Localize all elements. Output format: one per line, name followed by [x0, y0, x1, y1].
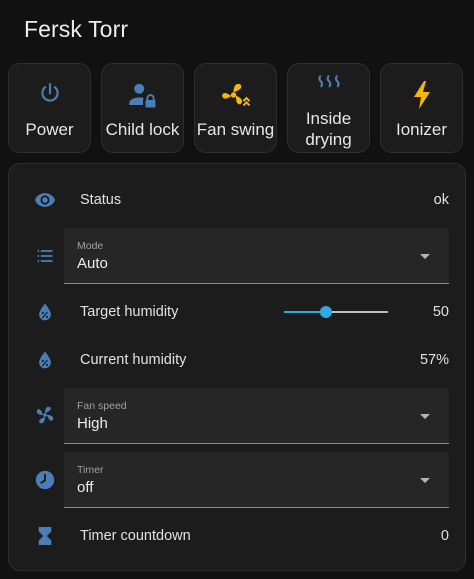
eye-icon	[34, 189, 56, 211]
water-percent-icon	[34, 349, 56, 371]
heat-waves-icon	[317, 74, 340, 88]
inside-drying-label: Inside drying	[288, 108, 369, 150]
status-label: Status	[80, 192, 122, 208]
inside-drying-label-line2: drying	[305, 130, 352, 149]
fan-speed-select[interactable]: Fan speed High	[64, 388, 449, 444]
fan-swing-button[interactable]: Fan swing	[194, 63, 277, 153]
target-humidity-value: 50	[432, 304, 449, 320]
timer-countdown-label: Timer countdown	[80, 528, 191, 544]
hourglass-icon	[34, 525, 56, 547]
clock-icon	[34, 469, 56, 491]
fan-speed-select-value: High	[77, 415, 108, 432]
power-button[interactable]: Power	[8, 63, 91, 153]
ionizer-button[interactable]: Ionizer	[380, 63, 463, 153]
target-humidity-label: Target humidity	[80, 304, 179, 320]
timer-select[interactable]: Timer off	[64, 452, 449, 508]
status-value: ok	[433, 192, 449, 208]
water-percent-icon	[34, 301, 56, 323]
current-humidity-value: 57%	[419, 352, 449, 368]
timer-countdown-value: 0	[440, 528, 449, 544]
chevron-down-icon	[420, 478, 430, 483]
mode-select[interactable]: Mode Auto	[64, 228, 449, 284]
current-humidity-label: Current humidity	[80, 352, 187, 368]
inside-drying-label-line1: Inside	[305, 109, 352, 128]
entities-card	[8, 163, 466, 571]
fan-swing-icon	[221, 83, 250, 107]
power-icon	[40, 83, 59, 102]
slider-knob[interactable]	[319, 306, 332, 318]
list-icon	[34, 245, 56, 267]
mode-select-label: Mode	[77, 240, 104, 252]
child-lock-label: Child lock	[105, 120, 180, 139]
lightning-bolt-icon	[413, 81, 430, 109]
ionizer-label: Ionizer	[395, 120, 448, 139]
inside-drying-button[interactable]: Inside drying	[287, 63, 370, 153]
fan-swing-label: Fan swing	[196, 120, 275, 139]
child-lock-button[interactable]: Child lock	[101, 63, 184, 153]
fan-speed-select-label: Fan speed	[77, 400, 127, 412]
power-label: Power	[25, 120, 74, 139]
timer-select-label: Timer	[77, 464, 104, 476]
chevron-down-icon	[420, 254, 430, 259]
account-lock-icon	[128, 83, 155, 108]
timer-select-value: off	[77, 479, 94, 496]
mode-select-value: Auto	[77, 255, 108, 272]
button-row: Power Child lock Fan swing Inside drying…	[8, 63, 466, 155]
page-title: Fersk Torr	[24, 16, 129, 42]
chevron-down-icon	[420, 414, 430, 419]
target-humidity-slider[interactable]	[284, 303, 388, 321]
fan-icon	[34, 404, 56, 426]
